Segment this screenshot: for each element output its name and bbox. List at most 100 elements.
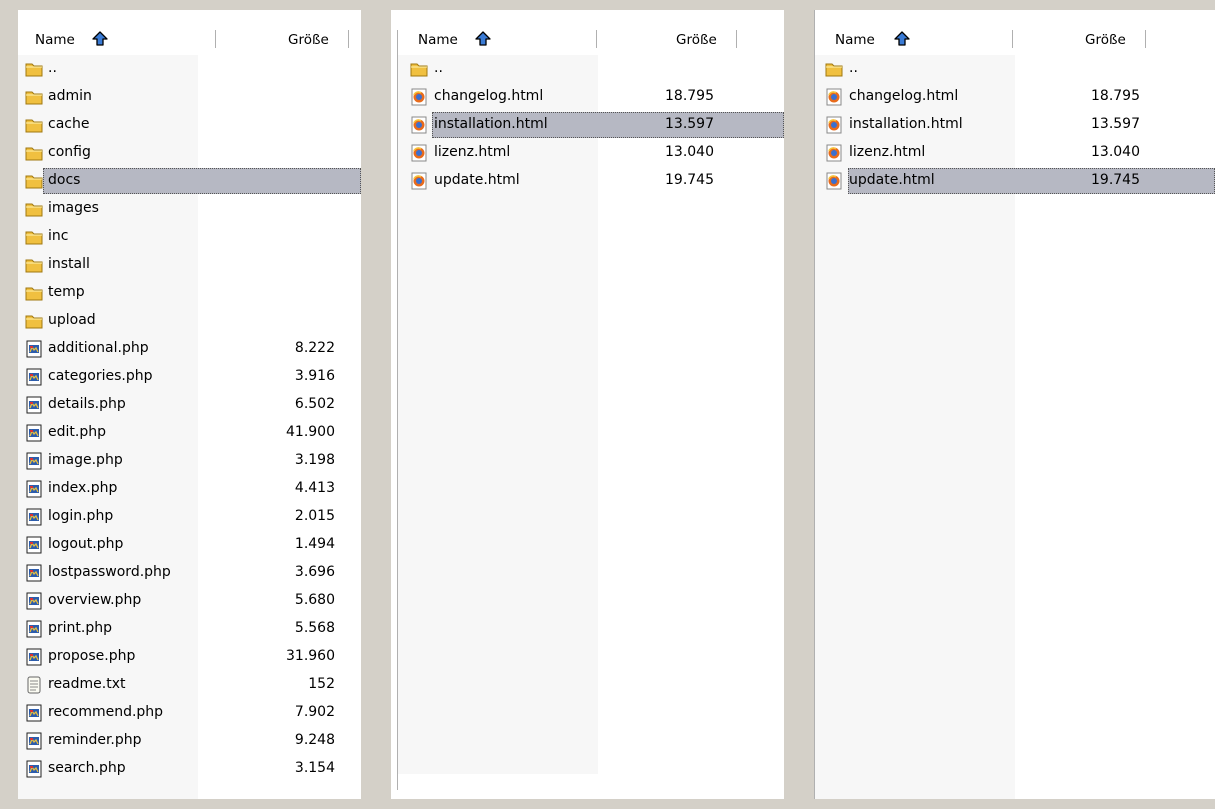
file-size: 18.795	[1091, 88, 1140, 104]
file-row[interactable]: propose.php 31.960	[18, 643, 361, 671]
sort-ascending-icon[interactable]	[893, 30, 911, 48]
file-name: lizenz.html	[434, 144, 511, 160]
file-row[interactable]: installation.html 13.597	[815, 111, 1215, 139]
name-column-header[interactable]: Name	[418, 32, 458, 48]
file-row[interactable]: additional.php 8.222	[18, 335, 361, 363]
php-file-icon	[25, 592, 43, 610]
file-row[interactable]: reminder.php 9.248	[18, 727, 361, 755]
column-separator[interactable]	[1012, 30, 1013, 48]
file-list-pane-3[interactable]: Name Größe .. changelog.html 18.795 inst…	[815, 22, 1215, 799]
file-size: 3.696	[294, 564, 335, 580]
size-column-header[interactable]: Größe	[288, 32, 329, 48]
file-list-pane-2[interactable]: Name Größe .. changelog.html 18.795 inst…	[398, 22, 784, 774]
sort-ascending-icon[interactable]	[474, 30, 492, 48]
file-size: 9.248	[294, 732, 335, 748]
file-row[interactable]: details.php 6.502	[18, 391, 361, 419]
file-row[interactable]: lizenz.html 13.040	[815, 139, 1215, 167]
column-separator[interactable]	[215, 30, 216, 48]
file-row[interactable]: lostpassword.php 3.696	[18, 559, 361, 587]
file-name: edit.php	[48, 424, 106, 440]
file-name: config	[48, 144, 91, 160]
firefox-html-icon	[410, 144, 428, 162]
file-row[interactable]: update.html 19.745	[815, 167, 1215, 195]
file-row[interactable]: inc	[18, 223, 361, 251]
file-row[interactable]: search.php 3.154	[18, 755, 361, 783]
file-row[interactable]: index.php 4.413	[18, 475, 361, 503]
parent-folder-row[interactable]: ..	[18, 55, 361, 83]
file-name: ..	[48, 60, 57, 76]
file-row[interactable]: installation.html 13.597	[398, 111, 784, 139]
file-row[interactable]: overview.php 5.680	[18, 587, 361, 615]
file-size: 13.597	[665, 116, 714, 132]
file-row[interactable]: recommend.php 7.902	[18, 699, 361, 727]
file-row[interactable]: categories.php 3.916	[18, 363, 361, 391]
file-name: lizenz.html	[849, 144, 926, 160]
file-row[interactable]: config	[18, 139, 361, 167]
file-size: 1.494	[294, 536, 335, 552]
size-column-header[interactable]: Größe	[676, 32, 717, 48]
column-separator[interactable]	[348, 30, 349, 48]
file-row[interactable]: cache	[18, 111, 361, 139]
file-size: 13.597	[1091, 116, 1140, 132]
size-column-header[interactable]: Größe	[1085, 32, 1126, 48]
file-row[interactable]: install	[18, 251, 361, 279]
file-name: docs	[48, 172, 81, 188]
php-file-icon	[25, 536, 43, 554]
firefox-html-icon	[410, 88, 428, 106]
folder-icon	[825, 60, 843, 78]
file-row[interactable]: readme.txt 152	[18, 671, 361, 699]
file-name: propose.php	[48, 648, 136, 664]
php-file-icon	[25, 704, 43, 722]
php-file-icon	[25, 760, 43, 778]
folder-icon	[25, 200, 43, 218]
file-size: 152	[308, 676, 335, 692]
file-name: update.html	[434, 172, 520, 188]
file-name: inc	[48, 228, 69, 244]
file-row[interactable]: images	[18, 195, 361, 223]
file-row[interactable]: changelog.html 18.795	[398, 83, 784, 111]
file-row[interactable]: admin	[18, 83, 361, 111]
folder-icon	[410, 60, 428, 78]
file-name: print.php	[48, 620, 112, 636]
pane-2-left-border	[397, 30, 398, 790]
file-row[interactable]: update.html 19.745	[398, 167, 784, 195]
file-size: 31.960	[286, 648, 335, 664]
pane-divider-2	[784, 10, 814, 799]
column-separator[interactable]	[596, 30, 597, 48]
file-name: index.php	[48, 480, 118, 496]
column-separator[interactable]	[1145, 30, 1146, 48]
file-row[interactable]: upload	[18, 307, 361, 335]
file-name: admin	[48, 88, 92, 104]
file-row[interactable]: docs	[18, 167, 361, 195]
file-row[interactable]: lizenz.html 13.040	[398, 139, 784, 167]
file-list-pane-1[interactable]: Name Größe .. admin cache config docs im…	[18, 22, 361, 799]
file-row[interactable]: changelog.html 18.795	[815, 83, 1215, 111]
file-row[interactable]: logout.php 1.494	[18, 531, 361, 559]
file-name: ..	[434, 60, 443, 76]
php-file-icon	[25, 620, 43, 638]
file-size: 6.502	[294, 396, 335, 412]
file-row[interactable]: edit.php 41.900	[18, 419, 361, 447]
file-row[interactable]: login.php 2.015	[18, 503, 361, 531]
file-row[interactable]: print.php 5.568	[18, 615, 361, 643]
file-name: overview.php	[48, 592, 142, 608]
php-file-icon	[25, 732, 43, 750]
file-size: 13.040	[1091, 144, 1140, 160]
file-name: search.php	[48, 760, 126, 776]
name-column-header[interactable]: Name	[35, 32, 75, 48]
sort-ascending-icon[interactable]	[91, 30, 109, 48]
php-file-icon	[25, 508, 43, 526]
parent-folder-row[interactable]: ..	[398, 55, 784, 83]
file-size: 18.795	[665, 88, 714, 104]
file-name: ..	[849, 60, 858, 76]
file-row[interactable]: image.php 3.198	[18, 447, 361, 475]
firefox-html-icon	[825, 172, 843, 190]
window-left-frame	[0, 0, 18, 809]
php-file-icon	[25, 368, 43, 386]
file-name: additional.php	[48, 340, 149, 356]
folder-icon	[25, 228, 43, 246]
file-row[interactable]: temp	[18, 279, 361, 307]
name-column-header[interactable]: Name	[835, 32, 875, 48]
column-separator[interactable]	[736, 30, 737, 48]
parent-folder-row[interactable]: ..	[815, 55, 1215, 83]
